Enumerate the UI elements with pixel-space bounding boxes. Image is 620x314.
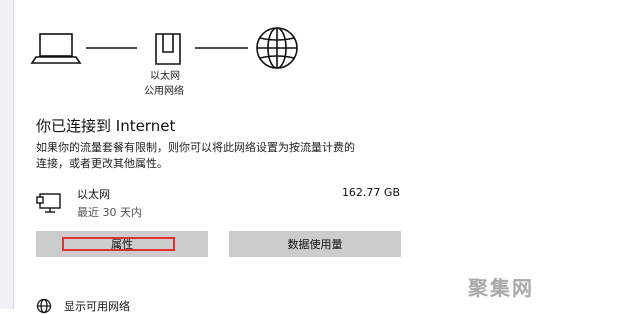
- globe-icon: [256, 27, 298, 69]
- properties-button[interactable]: 属性: [36, 231, 208, 257]
- show-networks-label: 显示可用网络: [64, 300, 130, 313]
- globe-icon: [36, 298, 52, 314]
- laptop-icon: [30, 33, 82, 64]
- connection-status-heading: 你已连接到 Internet: [36, 117, 176, 135]
- status-description-line: 连接，或者更改其他属性。: [36, 157, 168, 170]
- ethernet-port-icon: [155, 33, 181, 65]
- network-name: 以太网: [77, 188, 110, 201]
- network-period: 最近 30 天内: [77, 206, 142, 219]
- network-data-usage: 162.77 GB: [341, 186, 400, 199]
- status-description: 如果你的流量套餐有限制，则你可以将此网络设置为按流量计费的 连接，或者更改其他属…: [36, 140, 416, 172]
- watermark-logo: 聚集网: [468, 276, 534, 300]
- status-description-line: 如果你的流量套餐有限制，则你可以将此网络设置为按流量计费的: [36, 141, 355, 154]
- connection-diagram: [30, 27, 298, 69]
- data-usage-button[interactable]: 数据使用量: [229, 231, 401, 257]
- wired-network-icon: [36, 193, 61, 213]
- show-available-networks-link[interactable]: 显示可用网络: [36, 298, 130, 314]
- public-network-label: 公用网络: [144, 86, 184, 97]
- ethernet-label: 以太网: [150, 71, 180, 82]
